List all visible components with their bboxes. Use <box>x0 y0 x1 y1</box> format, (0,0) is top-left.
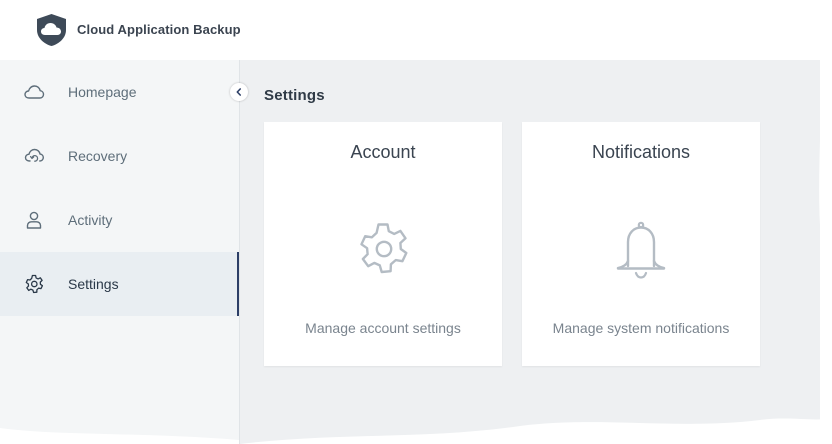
gear-icon <box>360 223 408 274</box>
chevron-left-icon <box>236 88 241 96</box>
user-icon <box>26 211 42 229</box>
sidebar-item-label: Recovery <box>68 148 128 164</box>
sidebar: Homepage Recovery Activity Settings <box>0 60 240 444</box>
sidebar-item-label: Homepage <box>68 84 137 100</box>
sidebar-item-homepage[interactable]: Homepage <box>0 60 239 124</box>
header: Cloud Application Backup <box>0 0 832 60</box>
main-content: Settings Account Manage account settings… <box>240 60 820 444</box>
notifications-card[interactable]: Notifications Manage system notification… <box>522 122 760 366</box>
bell-icon <box>616 221 666 279</box>
app-window: Cloud Application Backup Homepage Recove… <box>0 0 832 444</box>
card-description: Manage account settings <box>305 320 461 336</box>
card-title: Account <box>350 142 416 162</box>
cloud-shield-logo-icon <box>37 14 66 46</box>
sidebar-item-label: Activity <box>68 212 113 228</box>
app-title: Cloud Application Backup <box>77 22 241 37</box>
cloud-recovery-icon <box>24 148 45 162</box>
collapse-sidebar-button[interactable] <box>230 83 248 101</box>
card-title: Notifications <box>591 142 691 162</box>
cloud-icon <box>24 85 45 99</box>
account-card[interactable]: Account Manage account settings <box>264 122 502 366</box>
sidebar-item-activity[interactable]: Activity <box>0 188 239 252</box>
page-title: Settings <box>264 87 325 104</box>
sidebar-item-recovery[interactable]: Recovery <box>0 124 239 188</box>
gear-icon <box>25 274 44 294</box>
sidebar-item-label: Settings <box>68 276 119 292</box>
sidebar-item-settings[interactable]: Settings <box>0 252 239 316</box>
card-description: Manage system notifications <box>552 320 730 336</box>
